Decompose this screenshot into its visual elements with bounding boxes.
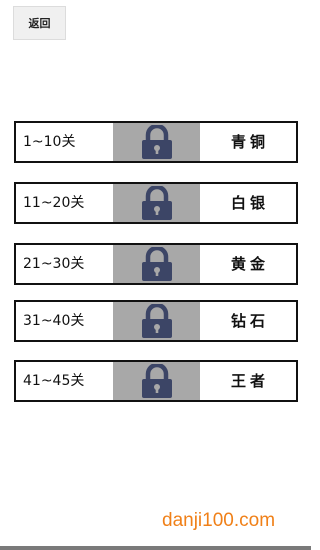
lock-icon	[141, 125, 172, 159]
level-range: 11~20关	[23, 195, 85, 211]
tier-name: 黄金	[231, 255, 270, 273]
level-range: 21~30关	[23, 256, 85, 272]
lock-icon	[141, 186, 172, 220]
level-row-diamond[interactable]: 31~40关 钻石	[14, 300, 298, 342]
level-range: 31~40关	[23, 313, 85, 329]
lock-box	[113, 362, 200, 400]
lock-box	[113, 245, 200, 283]
tier-name: 钻石	[231, 312, 270, 330]
bottom-bar	[0, 546, 311, 550]
level-row-bronze[interactable]: 1~10关 青铜	[14, 121, 298, 163]
level-row-king[interactable]: 41~45关 王者	[14, 360, 298, 402]
lock-icon	[141, 304, 172, 338]
level-row-silver[interactable]: 11~20关 白银	[14, 182, 298, 224]
level-range: 1~10关	[23, 134, 76, 150]
watermark: danji100.com	[162, 510, 276, 531]
lock-icon	[141, 247, 172, 281]
lock-box	[113, 302, 200, 340]
tier-name: 王者	[231, 372, 270, 390]
back-button[interactable]: 返回	[13, 6, 66, 40]
level-row-gold[interactable]: 21~30关 黄金	[14, 243, 298, 285]
tier-name: 白银	[231, 194, 270, 212]
level-range: 41~45关	[23, 373, 85, 389]
lock-icon	[141, 364, 172, 398]
lock-box	[113, 123, 200, 161]
tier-name: 青铜	[231, 133, 270, 151]
lock-box	[113, 184, 200, 222]
